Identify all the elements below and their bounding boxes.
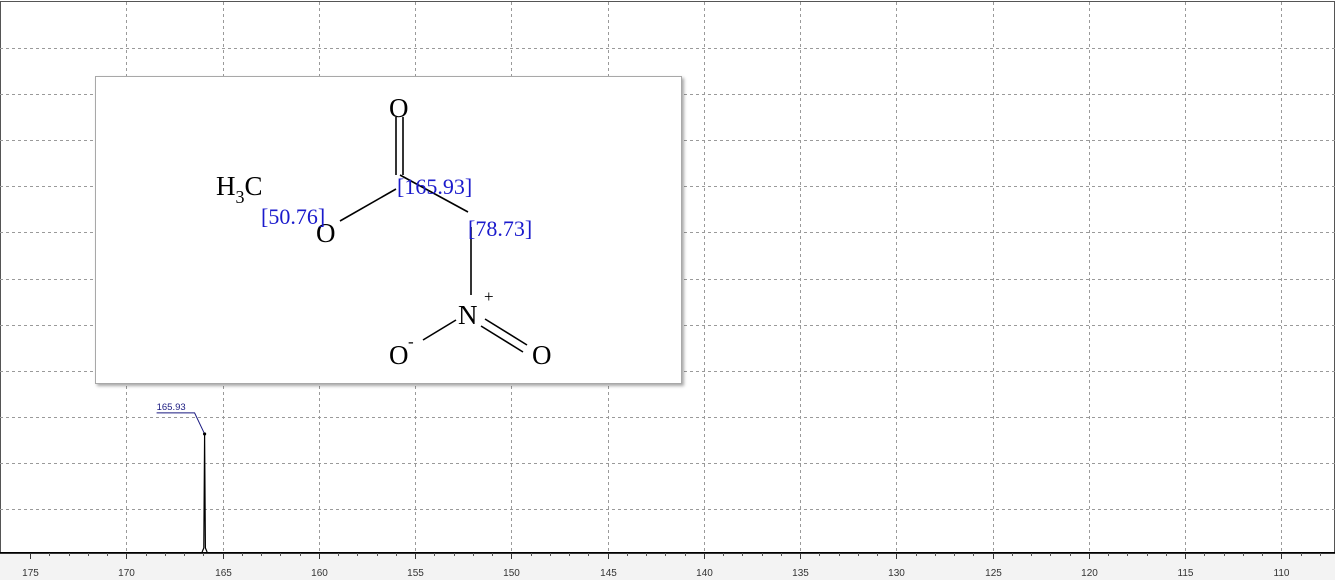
shift-label-ch2: [78.73] [468,216,532,241]
x-tick-label: 170 [118,568,135,579]
x-tick-label: 125 [985,568,1002,579]
methyl-c: C [245,171,263,201]
x-tick-label: 115 [1178,568,1194,579]
x-tick-label: 175 [22,568,39,579]
shift-label-methyl: [50.76] [261,204,325,229]
nitro-nitrogen: N [458,300,478,330]
x-tick-label: 110 [1274,568,1290,579]
molecule-diagram: O H3C O N + O - O [165.93] [50.76] [78.7… [216,93,552,370]
x-tick-label: 135 [792,568,809,579]
oxygen-charge: - [408,332,414,351]
nitrogen-charge: + [484,287,494,306]
x-tick-label: 130 [888,568,905,579]
x-tick-label: 145 [600,568,617,579]
x-tick-label: 120 [1081,568,1098,579]
peak-line [201,433,208,553]
methyl-subscript: 3 [236,187,245,207]
x-tick-label: 160 [311,568,328,579]
nitro-oxygen-double: O [532,340,552,370]
x-tick-label: 140 [696,568,713,579]
methyl-h: H [216,171,236,201]
x-tick-label: 150 [503,568,520,579]
shift-label-carbonyl: [165.93] [397,174,472,199]
x-tick-label: 165 [215,568,232,579]
methyl-group: H3C [216,171,263,207]
peak-leader [156,412,206,435]
peak-marker [202,432,207,436]
x-axis: 175 170 165 160 155 150 145 140 135 130 125 120 115 1… [0,553,1335,580]
nitro-oxygen-minus: O [389,340,409,370]
axis-strip [0,553,1335,580]
carbonyl-ester-o-bond [339,188,397,222]
structure-inset: O H3C O N + O - O [165.93] [50.76] [78.7… [95,76,682,384]
n-o-minus-bond [422,319,457,341]
peak-label: 165.93 [157,402,186,413]
x-tick-label: 155 [407,568,424,579]
nmr-spectrum-view: 175 170 165 160 155 150 145 140 135 130 125 120 115 1… [0,0,1335,580]
carbonyl-oxygen: O [389,93,409,123]
